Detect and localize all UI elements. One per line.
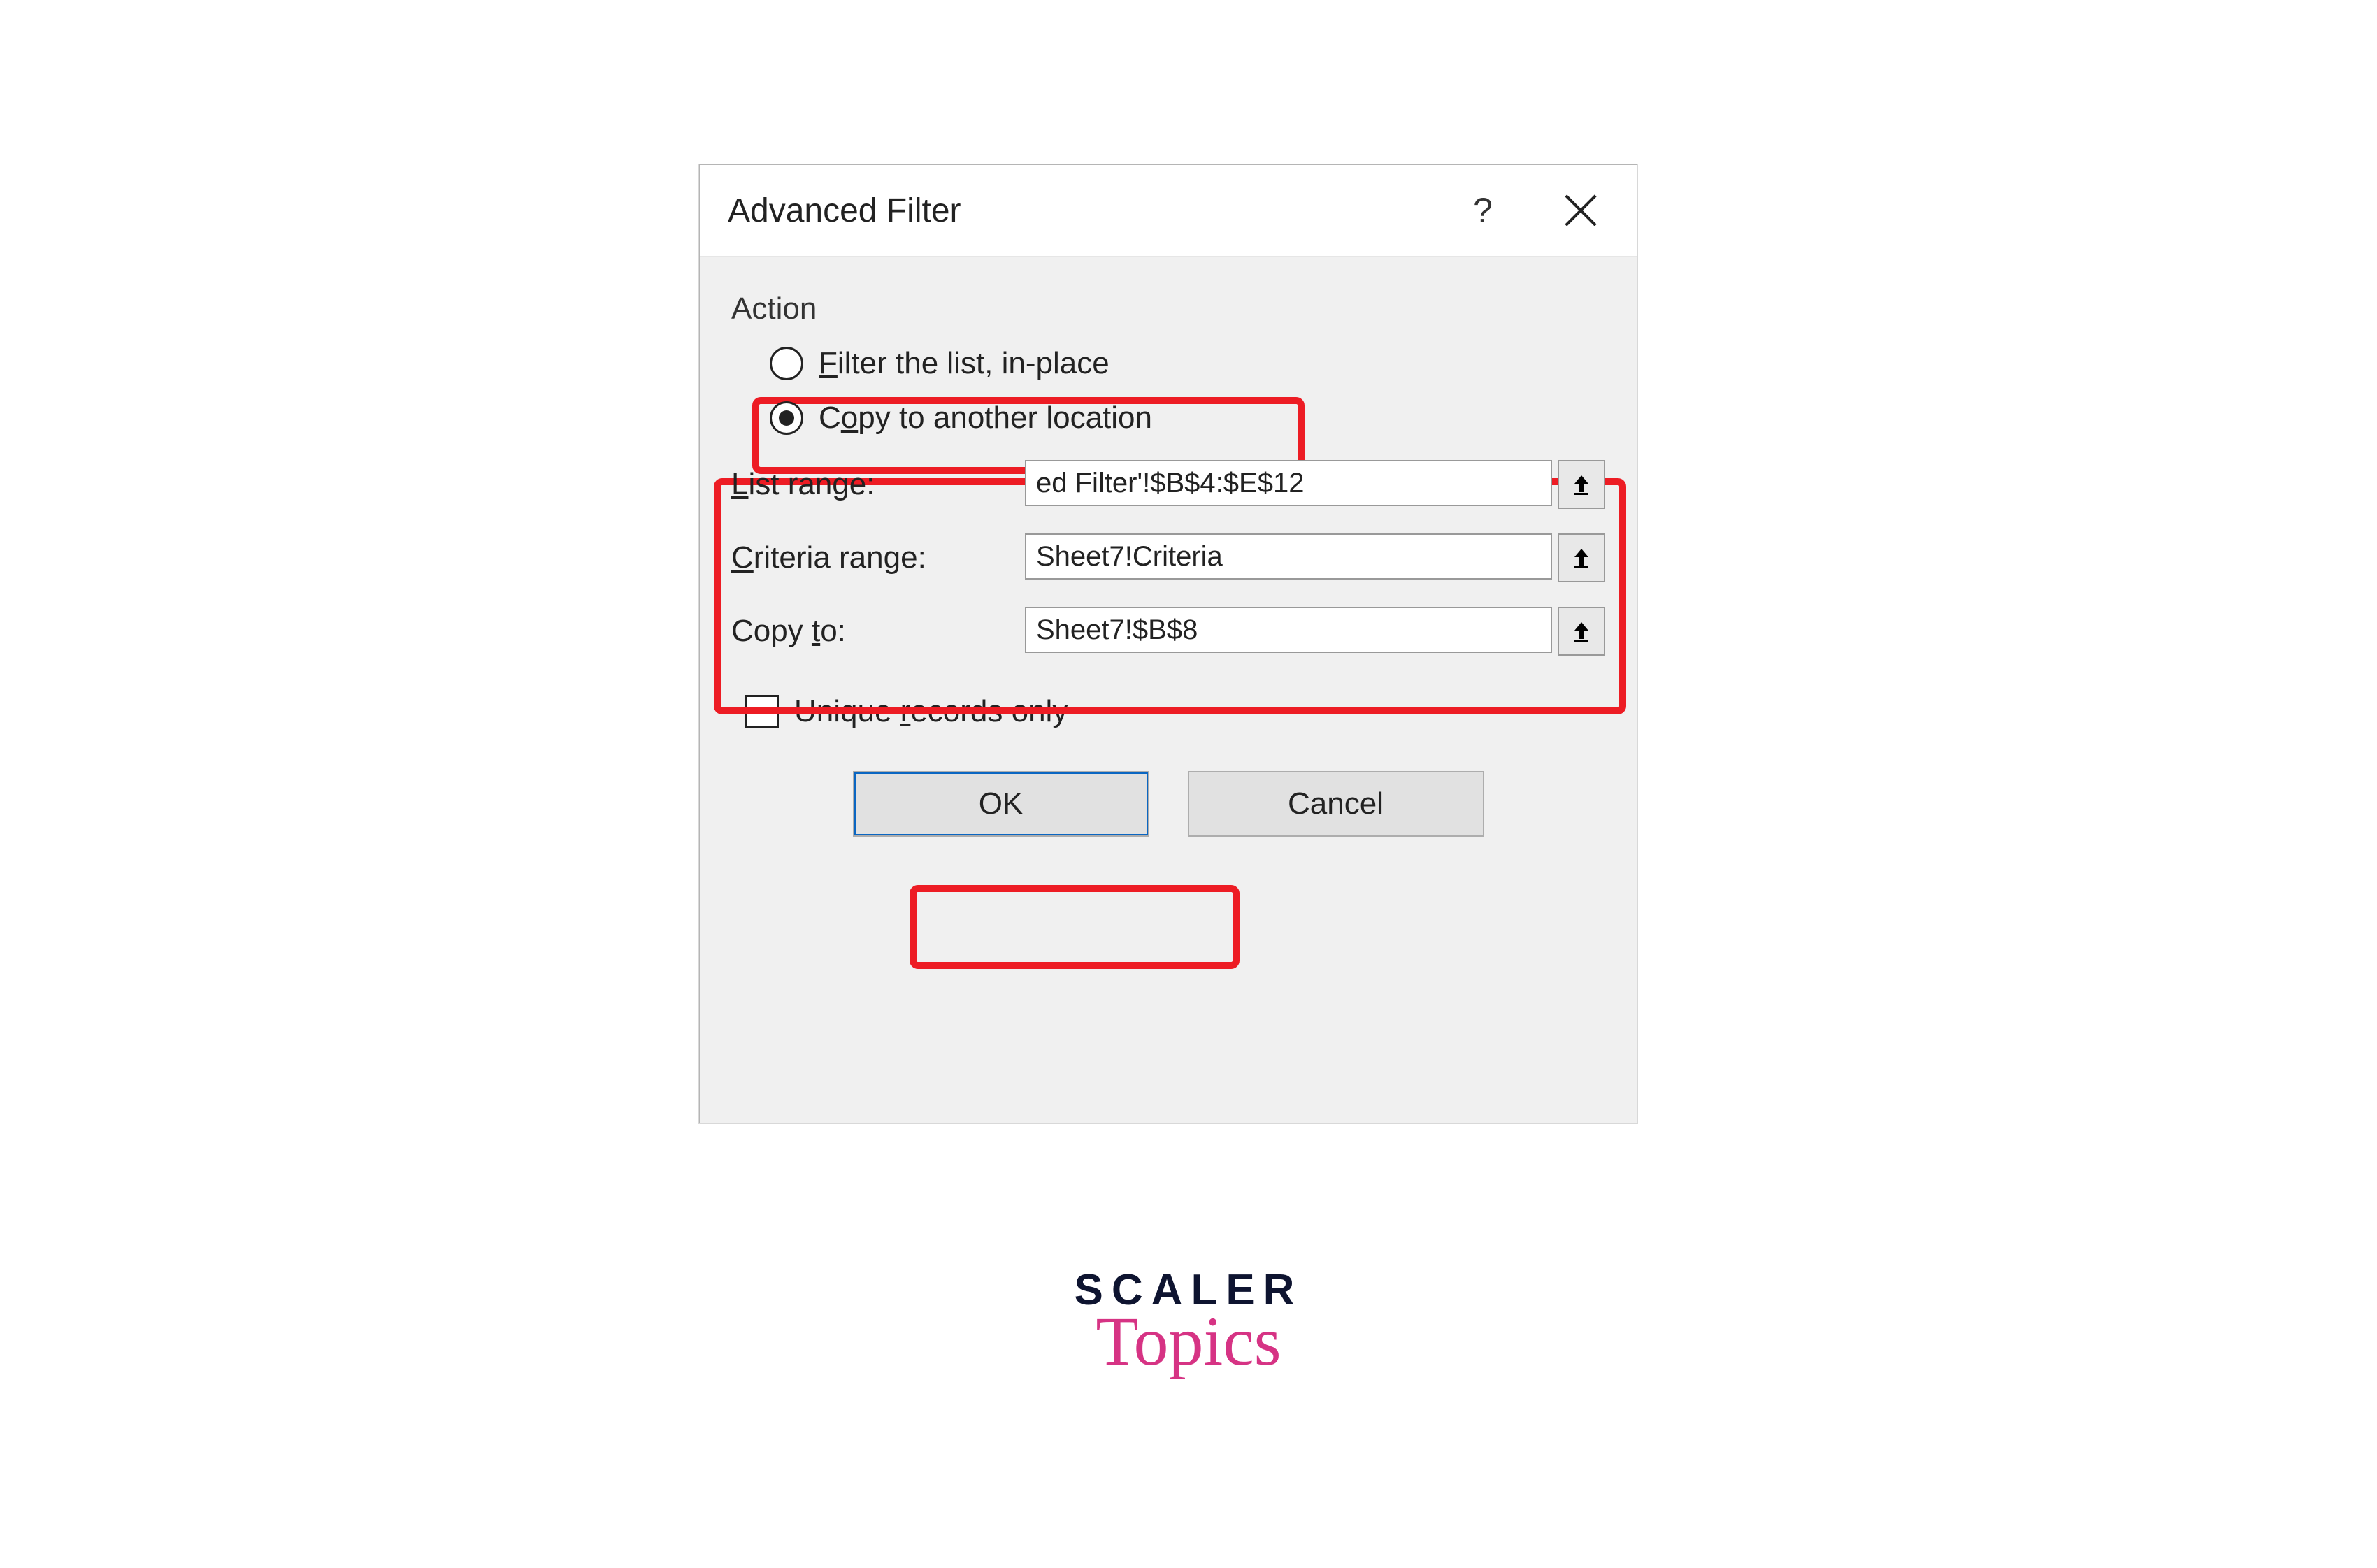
dialog-body: Action Filter the list, in-place Copy to… [700,257,1637,858]
ok-button-label: OK [979,786,1024,821]
copy-to-input[interactable] [1025,607,1552,653]
highlight-ok-button [910,885,1240,969]
copy-to-row: Copy to: [731,607,1605,656]
dialog-buttons: OK Cancel [731,771,1605,837]
criteria-range-label: Criteria range: [731,540,926,575]
cancel-button-label: Cancel [1288,786,1384,821]
close-icon[interactable] [1560,189,1602,231]
action-group-label: Action [731,292,829,326]
radio-filter-in-place[interactable]: Filter the list, in-place [770,346,1605,381]
list-range-selector-icon[interactable] [1558,460,1605,509]
list-range-row: List range: [731,460,1605,509]
list-range-label: List range: [731,467,875,501]
radio-filter-in-place-label: Filter the list, in-place [819,346,1109,381]
help-icon[interactable]: ? [1462,190,1504,231]
radio-copy-to-another-label: Copy to another location [819,401,1152,436]
advanced-filter-dialog: Advanced Filter ? Action Filter the list… [699,164,1637,1123]
criteria-range-input[interactable] [1025,533,1552,580]
ok-button[interactable]: OK [853,771,1149,837]
copy-to-selector-icon[interactable] [1558,607,1605,656]
unique-records-label: Unique records only [794,694,1068,729]
criteria-range-row: Criteria range: [731,533,1605,582]
criteria-range-selector-icon[interactable] [1558,533,1605,582]
logo-line2: Topics [1075,1301,1303,1381]
scaler-topics-logo: SCALER Topics [1075,1265,1303,1381]
dialog-titlebar: Advanced Filter ? [700,165,1637,257]
radio-copy-to-another[interactable]: Copy to another location [770,401,1605,436]
action-group: Action Filter the list, in-place Copy to… [731,292,1605,436]
list-range-input[interactable] [1025,460,1552,506]
checkbox-unchecked-icon[interactable] [745,695,779,728]
copy-to-label: Copy to: [731,614,846,648]
cancel-button[interactable]: Cancel [1188,771,1484,837]
radio-checked-icon[interactable] [770,401,803,435]
radio-unchecked-icon[interactable] [770,347,803,380]
range-fields: List range: Criteria range: [731,460,1605,656]
dialog-title: Advanced Filter [728,192,1462,230]
unique-records-row[interactable]: Unique records only [745,694,1605,729]
